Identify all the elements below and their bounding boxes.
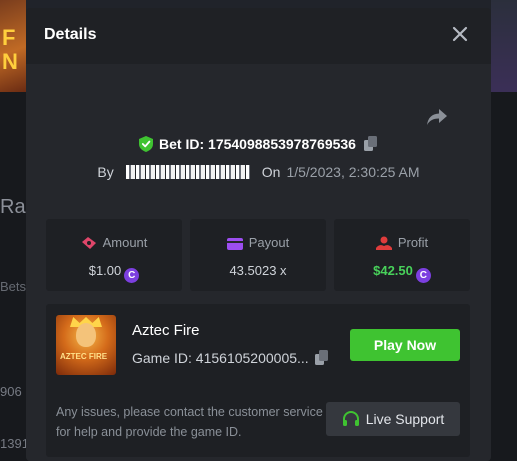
support-info-text: Any issues, please contact the customer … xyxy=(56,405,323,439)
bet-date: 1/5/2023, 2:30:25 AM xyxy=(286,164,420,180)
payout-card-icon xyxy=(226,238,243,250)
game-thumbnail[interactable]: AZTEC FIRE xyxy=(56,315,116,375)
bet-id-text: Bet ID: 1754098853978769536 xyxy=(159,136,356,152)
coin-icon: C xyxy=(415,268,431,283)
background-game-thumbnail[interactable]: F N xyxy=(0,0,26,92)
background-row-value: 1391 xyxy=(0,436,29,451)
shield-check-icon xyxy=(139,136,154,152)
stat-payout-header: Payout xyxy=(190,235,326,250)
live-support-label: Live Support xyxy=(365,411,445,427)
background-bets-label: Bets xyxy=(0,279,27,294)
live-support-button[interactable]: Live Support xyxy=(326,402,460,436)
stat-amount-header: Amount xyxy=(46,235,182,250)
stat-amount-value-row: $1.00 C xyxy=(46,263,182,283)
stat-amount-value: $1.00 xyxy=(88,263,122,278)
stat-payout: Payout 43.5023 x xyxy=(190,219,326,291)
game-name: Aztec Fire xyxy=(132,322,200,339)
modal-title: Details xyxy=(44,26,97,43)
game-id-row: Game ID: 4156105200005... xyxy=(132,350,329,366)
stat-profit-label: Profit xyxy=(397,235,429,250)
stat-profit-header: Profit xyxy=(334,235,470,250)
close-icon[interactable] xyxy=(451,25,469,43)
bet-owner-row: By On 1/5/2023, 2:30:25 AM xyxy=(26,164,491,180)
thumbnail-figure xyxy=(76,323,96,347)
game-id-text: Game ID: 4156105200005... xyxy=(132,350,309,366)
background-game-thumbnail-right[interactable] xyxy=(491,0,517,92)
coin-icon: C xyxy=(124,268,140,283)
game-thumbnail-title: AZTEC FIRE xyxy=(60,352,108,361)
stat-profit-value: $42.50 xyxy=(373,263,413,278)
stat-payout-label: Payout xyxy=(248,235,290,250)
stat-amount: Amount $1.00 C xyxy=(46,219,182,291)
background-thumbnail-text: F N xyxy=(2,25,18,74)
by-label: By xyxy=(97,164,114,180)
amount-icon xyxy=(81,237,96,249)
profit-icon xyxy=(375,236,392,250)
bet-details-modal: Details Bet ID: 1754098853978769536 By On… xyxy=(26,8,491,461)
stat-payout-value-row: 43.5023 x xyxy=(190,263,326,278)
stat-profit-value-row: $42.50 C xyxy=(334,263,470,283)
bet-id-row: Bet ID: 1754098853978769536 xyxy=(26,136,491,152)
share-icon[interactable] xyxy=(426,107,448,127)
stat-payout-value: 43.5023 x xyxy=(229,263,287,278)
headset-icon xyxy=(342,411,359,426)
stat-profit: Profit $42.50 C xyxy=(334,219,470,291)
copy-icon[interactable] xyxy=(314,350,329,366)
stat-amount-label: Amount xyxy=(102,235,148,250)
username-redacted[interactable] xyxy=(125,165,250,179)
modal-header: Details xyxy=(26,8,491,64)
copy-icon[interactable] xyxy=(363,136,378,152)
on-label: On xyxy=(261,164,281,180)
play-now-button[interactable]: Play Now xyxy=(350,329,460,361)
game-card: AZTEC FIRE Aztec Fire Game ID: 415610520… xyxy=(46,304,470,457)
background-row-value: 906 xyxy=(0,384,22,399)
background-section-title: Ra xyxy=(0,196,26,218)
